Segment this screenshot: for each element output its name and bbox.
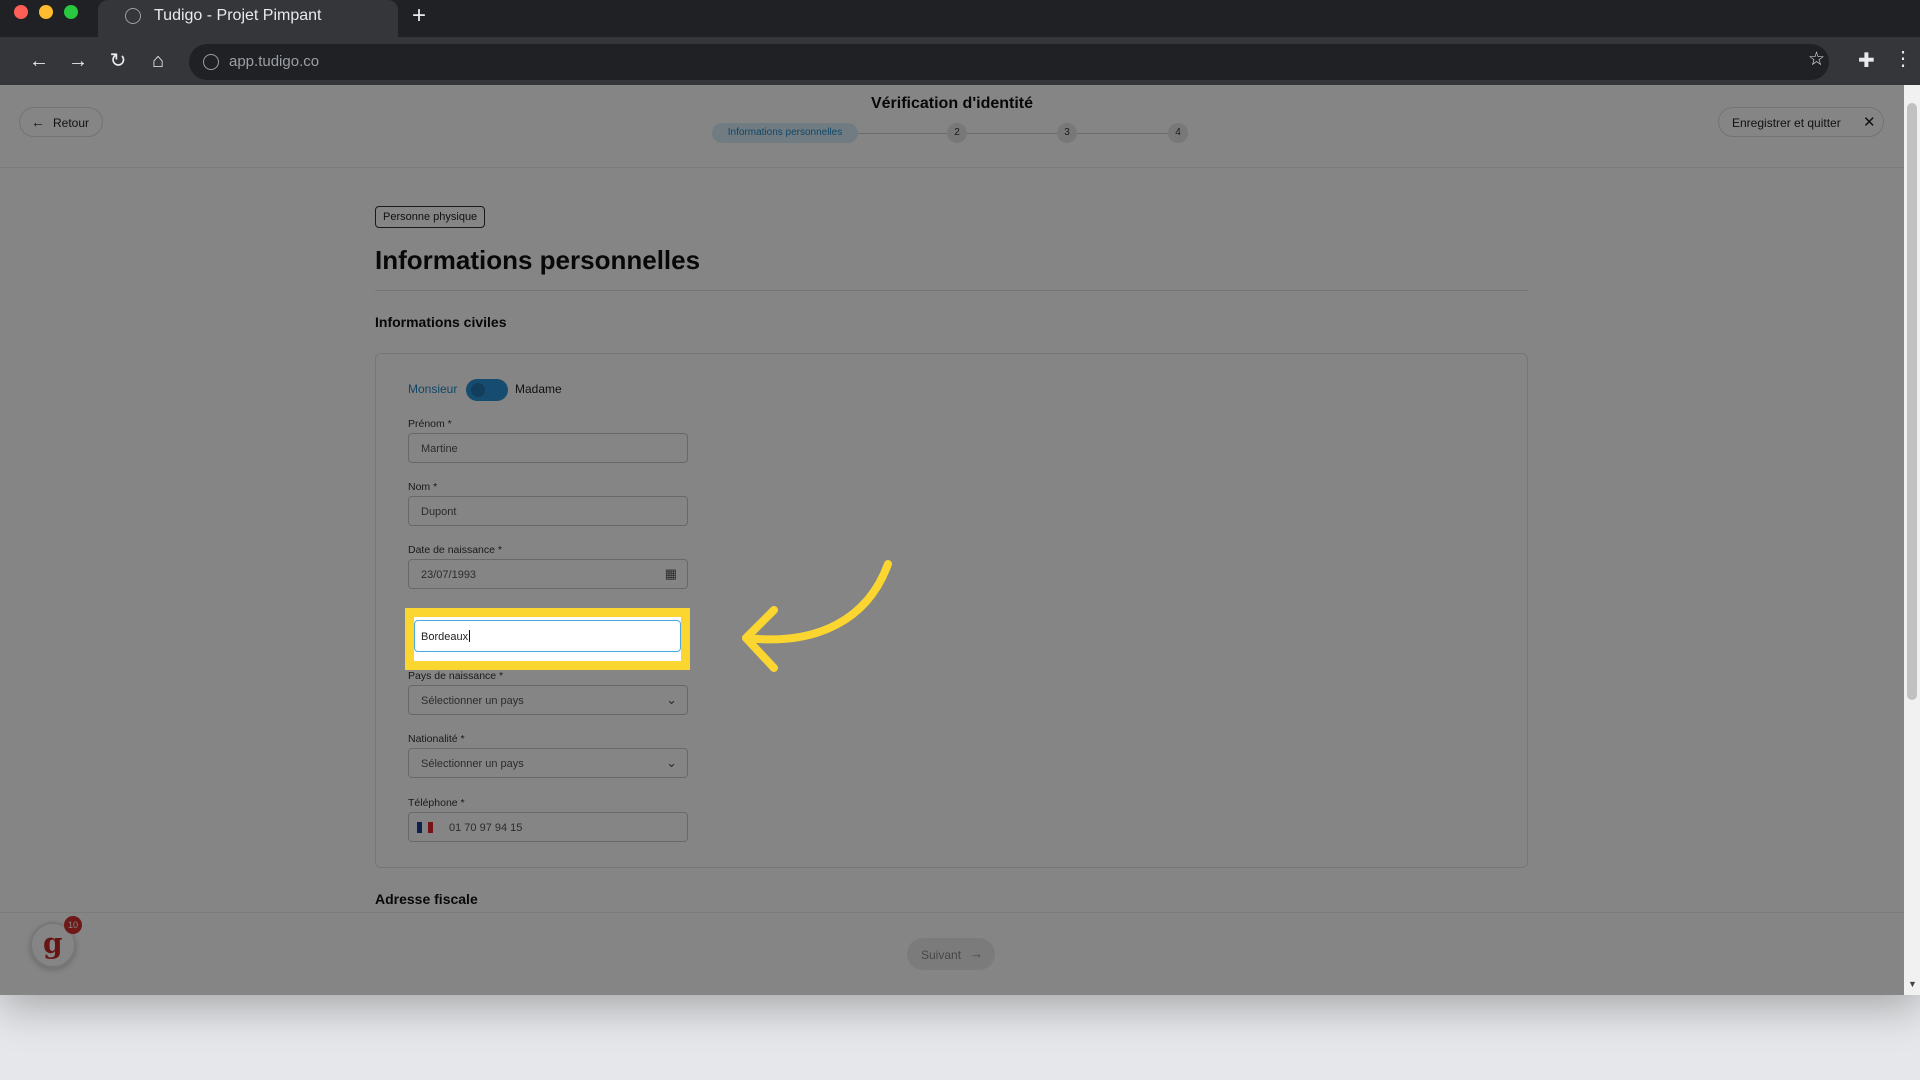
maximize-window-button[interactable]: [64, 5, 78, 19]
url-text: app.tudigo.co: [229, 53, 320, 70]
site-info-icon[interactable]: [203, 54, 219, 70]
new-tab-button[interactable]: +: [408, 3, 430, 29]
scrollbar-thumb[interactable]: [1907, 103, 1917, 700]
reload-icon[interactable]: ↻: [105, 48, 131, 74]
forward-arrow-icon[interactable]: →: [65, 48, 91, 74]
birth-city-input[interactable]: Bordeaux: [414, 620, 681, 652]
scroll-down-arrow-icon[interactable]: ▼: [1908, 979, 1917, 989]
birth-city-value: Bordeaux: [421, 630, 471, 643]
tab-strip: Tudigo - Projet Pimpant +: [0, 0, 1920, 37]
tab-title: Tudigo - Projet Pimpant: [154, 7, 322, 24]
address-bar[interactable]: app.tudigo.co: [189, 44, 1829, 80]
home-icon[interactable]: ⌂: [145, 48, 171, 74]
extensions-icon[interactable]: ✚: [1858, 48, 1875, 73]
birth-city-text: Bordeaux: [421, 631, 469, 643]
back-arrow-icon[interactable]: ←: [26, 48, 52, 74]
close-window-button[interactable]: [14, 5, 28, 19]
arrow-curve: [742, 560, 892, 644]
tutorial-dim-overlay: [0, 85, 1904, 995]
browser-menu-icon[interactable]: ⋮: [1893, 46, 1913, 71]
browser-window: Tudigo - Projet Pimpant + ← → ↻ ⌂ app.tu…: [0, 0, 1920, 995]
browser-tab[interactable]: Tudigo - Projet Pimpant: [98, 0, 398, 37]
minimize-window-button[interactable]: [39, 5, 53, 19]
tutorial-arrow: [742, 560, 892, 672]
bookmark-star-icon[interactable]: ☆: [1808, 48, 1825, 71]
page-scrollbar[interactable]: ▼: [1904, 85, 1920, 995]
text-caret: [469, 630, 471, 642]
globe-icon: [125, 8, 141, 24]
page-content: ← Retour Vérification d'identité Informa…: [0, 85, 1904, 995]
